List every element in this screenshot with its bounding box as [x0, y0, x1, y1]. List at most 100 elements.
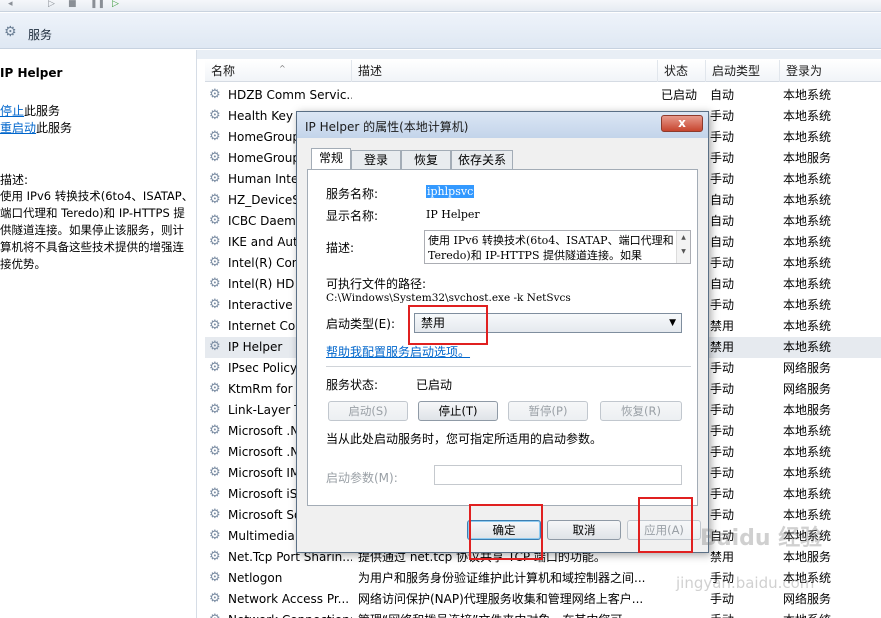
- stop-service-link[interactable]: 停止: [0, 104, 24, 118]
- service-startup-cell: 手动: [710, 403, 735, 417]
- watermark: Baidu 经验: [700, 526, 823, 551]
- table-row[interactable]: ⚙ Network Connections 管理“网络和拨号连接”文件夹中对象，在其…: [205, 610, 881, 618]
- service-name-cell: HDZB Comm Servic...: [228, 88, 352, 102]
- service-logon-cell: 本地系统: [783, 235, 832, 249]
- service-name-cell: Network Connections: [228, 610, 352, 618]
- service-gear-icon: ⚙: [209, 171, 221, 186]
- service-gear-icon: ⚙: [209, 549, 221, 564]
- service-logon-cell: 网络服务: [783, 382, 832, 396]
- service-gear-icon: ⚙: [209, 318, 221, 333]
- service-logon-cell: 本地系统: [783, 109, 832, 123]
- resume-button[interactable]: 恢复(R): [600, 401, 682, 421]
- start-button[interactable]: 启动(S): [328, 401, 408, 421]
- service-logon-cell: 本地系统: [783, 88, 832, 102]
- service-logon-cell: 网络服务: [783, 592, 832, 606]
- service-name-cell: Network Access Pr...: [228, 592, 350, 606]
- service-startup-cell: 禁用: [710, 319, 735, 333]
- service-status-cell: [661, 610, 707, 618]
- column-name[interactable]: 名称 ^: [205, 60, 352, 82]
- service-startup-cell: 手动: [710, 361, 735, 375]
- service-gear-icon: ⚙: [209, 423, 221, 438]
- column-description[interactable]: 描述: [352, 60, 658, 82]
- annotation-startup-type: [408, 305, 488, 345]
- start-params-hint: 当从此处启动服务时，您可指定所适用的启动参数。: [326, 432, 603, 446]
- service-logon-cell: 本地系统: [783, 172, 832, 186]
- description-box[interactable]: 使用 IPv6 转换技术(6to4、ISATAP、端口代理和 Teredo)和 …: [424, 230, 691, 264]
- description-label: 描述:: [0, 173, 29, 187]
- tab-general[interactable]: 常规: [311, 148, 351, 170]
- restart-action: 重启动此服务: [0, 119, 72, 136]
- service-gear-icon: ⚙: [209, 591, 221, 606]
- service-gear-icon: ⚙: [209, 108, 221, 123]
- service-startup-cell: 手动: [710, 256, 735, 270]
- watermark-url: jingyan.baidu.com: [676, 574, 815, 592]
- pause-button[interactable]: 暂停(P): [508, 401, 588, 421]
- column-name-label: 名称: [211, 64, 236, 78]
- column-startup-type[interactable]: 启动类型: [706, 60, 780, 82]
- tab-logon[interactable]: 登录: [351, 150, 401, 170]
- service-startup-cell: 自动: [710, 235, 735, 249]
- table-row[interactable]: ⚙ HDZB Comm Servic... 已启动 自动 本地系统: [205, 85, 881, 106]
- description-field-label: 描述:: [326, 241, 355, 255]
- restart-service-link[interactable]: 重启动: [0, 121, 36, 135]
- properties-dialog: IP Helper 的属性(本地计算机) x 常规 登录 恢复 依存关系 服务名…: [296, 111, 709, 553]
- executable-path-value[interactable]: C:\Windows\System32\svchost.exe -k NetSv…: [326, 292, 571, 304]
- service-logon-cell: 本地系统: [783, 193, 832, 207]
- table-row[interactable]: ⚙ Network Access Pr... 网络访问保护(NAP)代理服务收集和管…: [205, 589, 881, 610]
- back-icon[interactable]: ◂: [8, 0, 18, 9]
- service-logon-cell: 网络服务: [783, 361, 832, 375]
- service-status-cell: 已启动: [661, 88, 698, 102]
- selected-service-name: IP Helper: [0, 66, 63, 80]
- service-logon-cell: 本地系统: [783, 610, 853, 618]
- service-logon-cell: 本地系统: [783, 445, 832, 459]
- service-gear-icon: ⚙: [209, 213, 221, 228]
- service-startup-cell: 手动: [710, 466, 735, 480]
- service-gear-icon: ⚙: [209, 255, 221, 270]
- pause-icon[interactable]: ❚❚: [90, 0, 105, 9]
- close-button[interactable]: x: [661, 115, 703, 132]
- service-description-cell: 网络访问保护(NAP)代理服务收集和管理网络上客户...: [358, 592, 644, 606]
- gear-icon: ⚙: [4, 24, 17, 40]
- service-gear-icon: ⚙: [209, 87, 221, 102]
- play-icon[interactable]: ▷: [48, 0, 58, 9]
- service-name-value[interactable]: iphlpsvc: [426, 185, 475, 198]
- service-gear-icon: ⚙: [209, 402, 221, 417]
- restart-icon[interactable]: ▷: [112, 0, 122, 9]
- column-logon-as[interactable]: 登录为: [780, 60, 881, 82]
- service-startup-cell: 手动: [710, 382, 735, 396]
- service-startup-cell: 手动: [710, 172, 735, 186]
- stop-button[interactable]: 停止(T): [418, 401, 498, 421]
- tab-recovery[interactable]: 恢复: [401, 150, 451, 170]
- service-startup-cell: 手动: [710, 298, 735, 312]
- service-logon-cell: 本地服务: [783, 151, 832, 165]
- service-gear-icon: ⚙: [209, 192, 221, 207]
- service-description-cell: [358, 85, 650, 106]
- service-gear-icon: ⚙: [209, 570, 221, 585]
- executable-path-label: 可执行文件的路径:: [326, 277, 427, 291]
- display-name-value[interactable]: IP Helper: [426, 208, 480, 221]
- service-description-cell: 管理“网络和拨号连接”文件夹中对象，在其中您可: [358, 610, 650, 618]
- tab-dependencies[interactable]: 依存关系: [451, 150, 513, 170]
- column-status[interactable]: 状态: [658, 60, 706, 82]
- description-box-text: 使用 IPv6 转换技术(6to4、ISATAP、端口代理和 Teredo)和 …: [428, 234, 674, 262]
- service-gear-icon: ⚙: [209, 507, 221, 522]
- description-scrollbar[interactable]: ▲ ▼: [676, 231, 690, 263]
- service-logon-cell: 本地系统: [783, 214, 832, 228]
- service-startup-cell: 手动: [710, 592, 735, 606]
- service-startup-cell: 手动: [710, 610, 778, 618]
- stop-action: 停止此服务: [0, 102, 60, 119]
- dialog-titlebar[interactable]: IP Helper 的属性(本地计算机) x: [297, 112, 708, 138]
- cancel-button[interactable]: 取消: [547, 520, 621, 540]
- service-status-cell: [661, 589, 707, 610]
- annotation-ok: [469, 504, 543, 560]
- separator: [326, 366, 691, 367]
- service-logon-cell: 本地系统: [783, 424, 832, 438]
- stop-icon[interactable]: ■: [68, 0, 78, 9]
- service-gear-icon: ⚙: [209, 129, 221, 144]
- start-params-input[interactable]: [434, 465, 682, 485]
- service-logon-cell: 本地系统: [783, 298, 832, 312]
- help-configure-link[interactable]: 帮助我配置服务启动选项。: [326, 343, 470, 360]
- service-logon-cell: 本地系统: [783, 256, 832, 270]
- dialog-title: IP Helper 的属性(本地计算机): [305, 120, 469, 134]
- service-name-label: 服务名称:: [326, 187, 379, 201]
